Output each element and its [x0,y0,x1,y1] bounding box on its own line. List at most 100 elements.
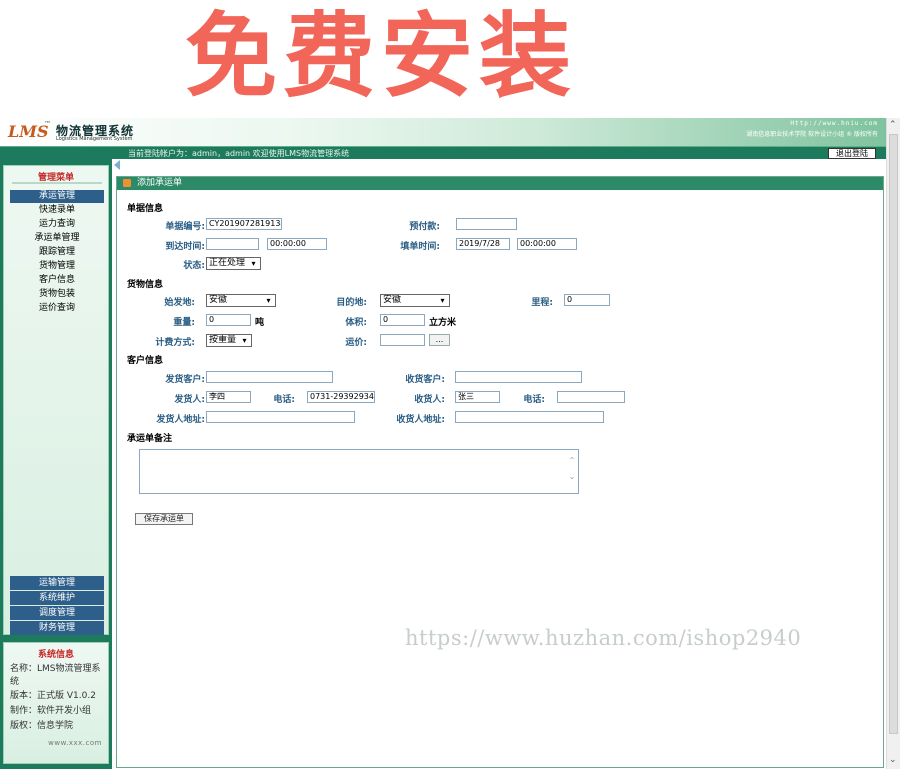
content-panel: 添加承运单 单据信息 单据编号: CY20190728191341 预付款: 到… [116,176,884,768]
promo-banner: 免费安装 [0,0,900,118]
watermark: https://www.huzhan.com/ishop2940 [405,626,802,650]
billing-select[interactable]: 按重量 ▾ [206,334,252,347]
fill-date-input[interactable]: 2019/7/28 [456,238,510,250]
status-select[interactable]: 正在处理 ▾ [206,257,261,270]
sender-addr-input[interactable] [206,411,355,423]
label-phone2: 电话: [523,395,545,405]
label-consignee: 收货人: [414,395,445,405]
receiver-addr-input[interactable] [455,411,604,423]
phone1-input[interactable]: 0731-29392934 [307,391,375,403]
sidebar-item-dispatch[interactable]: 调度管理 [10,606,104,620]
label-prepay: 预付款: [409,222,440,232]
login-status: 当前登陆帐户为：admin，admin 欢迎使用LMS物流管理系统 [128,149,350,158]
window-scrollbar[interactable]: ⌃ ⌄ [886,118,900,769]
sidebar-item-goods[interactable]: 货物管理 [10,260,104,273]
phone2-input[interactable] [557,391,625,403]
system-info-panel: 系统信息 名称：LMS物流管理系 统 版本：正式版 V1.0.2 制作：软件开发… [3,642,109,764]
section-customer: 客户信息 [127,356,164,366]
arrive-time-input[interactable]: 00:00:00 [267,238,327,250]
chevron-down-icon: ▾ [266,296,271,305]
label-weight: 重量: [173,318,195,328]
chevron-down-icon: ▾ [242,336,247,345]
label-mileage: 里程: [531,298,553,308]
info-rights: 版权：信息学院 [10,721,74,731]
divider [12,182,102,184]
origin-value: 安徽 [209,295,228,305]
status-bar: 当前登陆帐户为：admin，admin 欢迎使用LMS物流管理系统 退出登陆 [0,146,886,159]
chevron-down-icon: ▾ [251,259,256,268]
scroll-up-icon[interactable]: ⌃ [889,120,897,130]
label-origin: 始发地: [164,298,195,308]
app-header: LMS ™ 物流管理系统 Logistics Management System… [0,118,886,146]
label-freight: 运价: [345,338,367,348]
label-destination: 目的地: [336,298,367,308]
sender-input[interactable] [206,371,333,383]
rss-icon [123,179,131,187]
sidebar-item-capacity-query[interactable]: 运力查询 [10,218,104,231]
fill-time-input[interactable]: 00:00:00 [517,238,577,250]
app-window: LMS ™ 物流管理系统 Logistics Management System… [0,118,900,769]
menu-panel: 管理菜单 承运管理 快速录单 运力查询 承运单管理 跟踪管理 货物管理 客户信息… [3,165,109,635]
sidebar-item-quick-entry[interactable]: 快速录单 [10,204,104,217]
label-status: 状态: [183,261,205,271]
banner-text: 免费安装 [185,3,578,110]
arrive-date-input[interactable] [206,238,259,250]
sidebar-item-system[interactable]: 系统维护 [10,591,104,605]
destination-value: 安徽 [383,295,402,305]
label-billing: 计费方式: [155,338,195,348]
mileage-input[interactable]: 0 [564,294,610,306]
label-phone1: 电话: [273,395,295,405]
status-value: 正在处理 [209,258,246,268]
app-subtitle: Logistics Management System [56,136,133,142]
label-volume: 体积: [345,318,367,328]
section-goods: 货物信息 [127,280,164,290]
order-no-input[interactable]: CY20190728191341 [206,218,282,230]
label-fill-time: 填单时间: [400,242,440,252]
prepay-input[interactable] [456,218,517,230]
volume-input[interactable]: 0 [380,314,425,326]
label-receiver-addr: 收货人地址: [396,415,445,425]
destination-select[interactable]: 安徽 ▾ [380,294,450,307]
textarea-scrollbar[interactable]: ⌃ ⌄ [567,453,577,489]
header-url: Http://www.hniu.com [790,120,878,127]
logout-button[interactable]: 退出登陆 [828,148,876,159]
billing-value: 按重量 [209,335,237,345]
sidebar-item-freight-query[interactable]: 运价查询 [10,302,104,315]
chevron-down-icon: ▾ [440,296,445,305]
remark-textarea[interactable] [139,449,579,494]
freight-input[interactable] [380,334,425,346]
waybill-form: 单据信息 单据编号: CY20190728191341 预付款: 到达时间: 0… [117,191,883,767]
info-title: 系统信息 [37,650,74,660]
section-remark: 承运单备注 [127,434,173,444]
sidebar-item-finance[interactable]: 财务管理 [10,621,104,635]
label-arrive-time: 到达时间: [165,242,205,252]
sidebar-item-carrier-mgmt[interactable]: 承运管理 [10,190,104,203]
label-order-no: 单据编号: [165,222,205,232]
panel-title-text: 添加承运单 [137,178,183,188]
scroll-down-icon[interactable]: ⌄ [889,755,897,765]
weight-unit: 吨 [255,318,265,328]
section-order: 单据信息 [127,204,164,214]
info-maker: 制作：软件开发小组 [10,706,92,716]
scrollbar-thumb[interactable] [889,134,898,734]
sidebar-item-customers[interactable]: 客户信息 [10,274,104,287]
logo: LMS [8,122,49,141]
sidebar-item-waybill-mgmt[interactable]: 承运单管理 [10,232,104,245]
panel-title: 添加承运单 [117,177,883,190]
logo-trademark: ™ [44,120,51,128]
collapse-arrow-icon[interactable] [114,160,120,170]
sidebar-item-tracking[interactable]: 跟踪管理 [10,246,104,259]
info-url: www.xxx.com [48,739,102,747]
freight-lookup-button[interactable]: ... [429,334,450,346]
header-credit: 湖南信息职业技术学院 软件设计小组 ® 版权所有 [746,131,878,138]
label-receiver-cust: 收货客户: [405,375,445,385]
weight-input[interactable]: 0 [206,314,251,326]
save-waybill-button[interactable]: 保存承运单 [135,513,193,525]
sidebar-item-transport[interactable]: 运输管理 [10,576,104,590]
receiver-cust-input[interactable] [455,371,582,383]
label-sender-addr: 发货人地址: [156,415,205,425]
volume-unit: 立方米 [429,318,457,328]
origin-select[interactable]: 安徽 ▾ [206,294,276,307]
sidebar-item-packaging[interactable]: 货物包装 [10,288,104,301]
label-consignor: 发货人: [174,395,205,405]
